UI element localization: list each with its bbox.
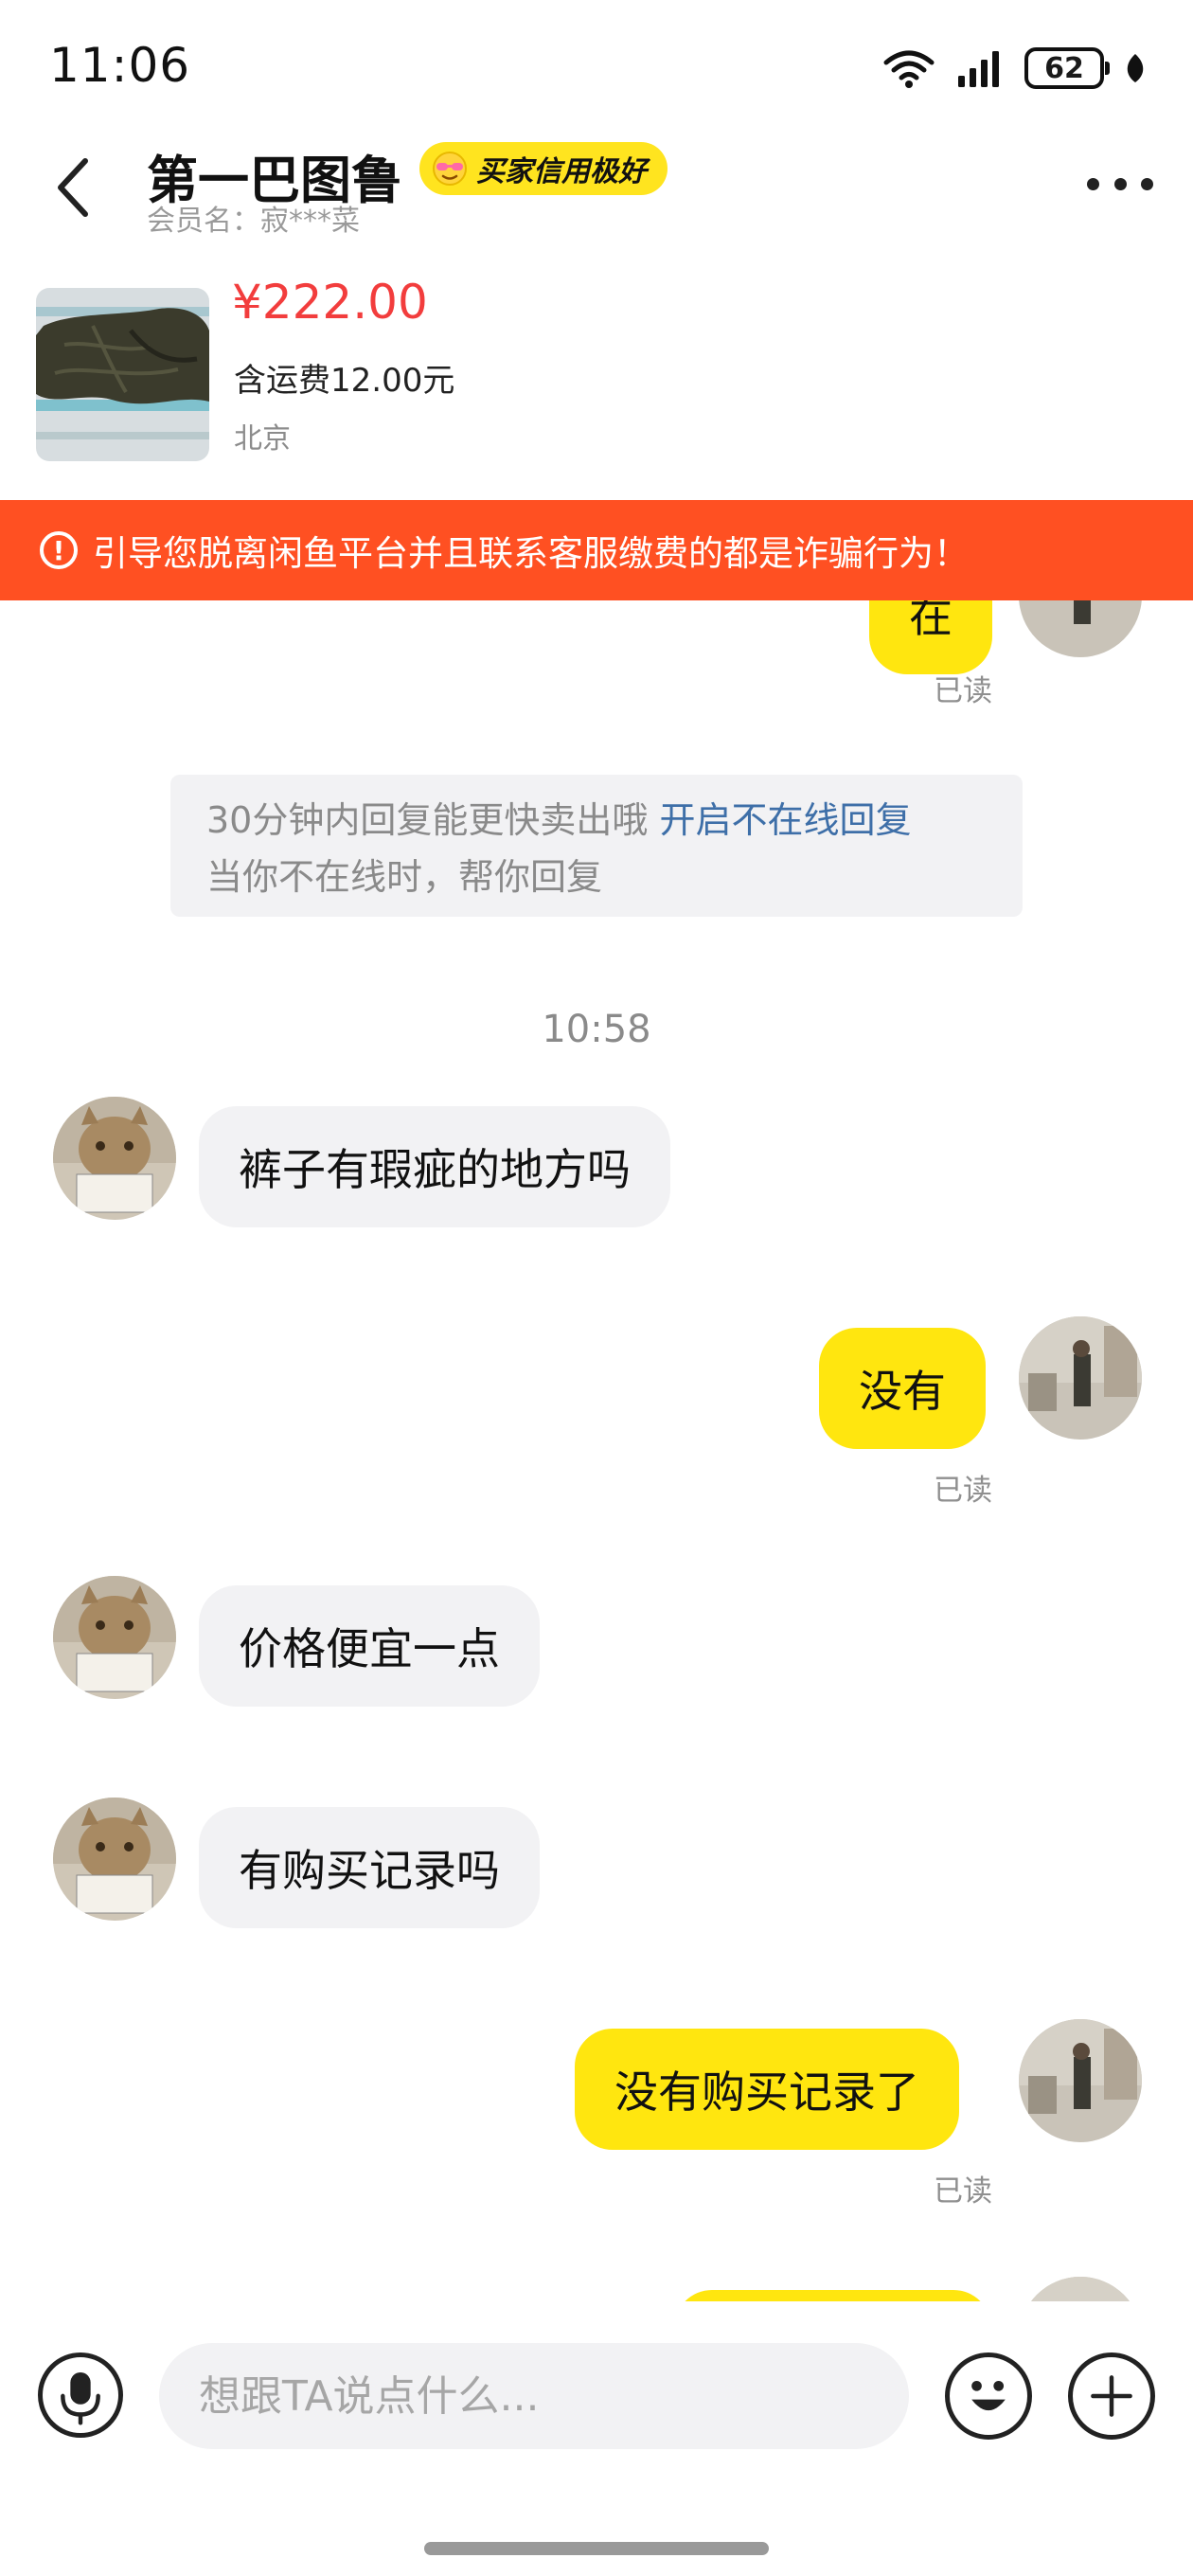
my-avatar[interactable]: [1019, 2019, 1142, 2142]
enable-auto-reply-link[interactable]: 开启不在线回复: [659, 799, 911, 841]
wifi-icon: [883, 50, 935, 88]
message-bubble-outgoing: 没有购买记录了: [575, 2029, 959, 2150]
signal-icon: [958, 51, 999, 87]
message-text: 没有购买记录了: [614, 2066, 919, 2118]
message-timestamp: 10:58: [542, 1008, 651, 1051]
plus-icon[interactable]: [1068, 2352, 1155, 2440]
contact-avatar[interactable]: [53, 1798, 176, 1921]
member-label: 会员名：: [147, 205, 260, 238]
read-status: 已读: [934, 674, 992, 708]
contact-avatar[interactable]: [53, 1097, 176, 1220]
shipping-fee: 含运费12.00元: [234, 362, 455, 400]
chat-screen: 11:06 62 第一巴图鲁 买家信用极好 会员名：寂***菜 ¥222.00 …: [0, 0, 1193, 2576]
exclamation-icon: !: [40, 531, 78, 569]
more-options-icon[interactable]: [1087, 172, 1153, 195]
message-bubble-partial: 在: [869, 600, 992, 674]
product-price: ¥222.00: [232, 275, 428, 330]
contact-avatar[interactable]: [53, 1576, 176, 1699]
message-text: 价格便宜一点: [239, 1623, 500, 1674]
status-bar: 11:06 62: [0, 0, 1193, 133]
product-card[interactable]: ¥222.00 含运费12.00元 北京: [0, 275, 1193, 497]
back-arrow-icon[interactable]: [47, 150, 104, 225]
message-bubble-incoming: 价格便宜一点: [199, 1585, 540, 1707]
product-thumbnail[interactable]: [36, 288, 209, 461]
member-row: 会员名：寂***菜: [147, 197, 360, 239]
warning-text: 引导您脱离闲鱼平台并且联系客服缴费的都是诈骗行为！: [93, 533, 969, 574]
message-bubble-incoming: 有购买记录吗: [199, 1807, 540, 1928]
read-status: 已读: [934, 2174, 992, 2209]
battery-level: 62: [1044, 51, 1084, 85]
status-icons: 62: [882, 44, 1146, 93]
message-text: 没有: [859, 1366, 946, 1417]
notice-subtext: 当你不在线时，帮你回复: [206, 856, 603, 898]
message-text: 在: [909, 600, 953, 642]
status-time: 11:06: [49, 38, 191, 93]
message-text: 裤子有瑕疵的地方吗: [239, 1144, 631, 1195]
my-avatar[interactable]: [1019, 1316, 1142, 1440]
message-bubble-incoming: 裤子有瑕疵的地方吗: [199, 1106, 670, 1227]
input-bar: [0, 2301, 1193, 2491]
fraud-warning-banner: ! 引导您脱离闲鱼平台并且联系客服缴费的都是诈骗行为！: [0, 500, 1193, 600]
chat-header: 第一巴图鲁 买家信用极好 会员名：寂***菜: [0, 133, 1193, 265]
auto-reply-notice: 30分钟内回复能更快卖出哦 开启不在线回复 当你不在线时，帮你回复: [170, 775, 1023, 917]
battery-icon: 62: [1024, 47, 1110, 89]
microphone-icon[interactable]: [38, 2352, 123, 2438]
message-text: 有购买记录吗: [239, 1845, 500, 1896]
home-indicator[interactable]: [424, 2542, 769, 2555]
leaf-icon: [1127, 54, 1144, 82]
credit-badge-label: 买家信用极好: [476, 155, 647, 188]
emoji-icon[interactable]: [945, 2352, 1032, 2440]
product-location: 北京: [234, 422, 291, 456]
message-list[interactable]: 在 已读 30分钟内回复能更快卖出哦 开启不在线回复 当你不在线时，帮你回复 1…: [0, 600, 1193, 2305]
read-status: 已读: [934, 1474, 992, 1508]
message-bubble-outgoing: 没有: [819, 1328, 986, 1449]
credit-badge: 买家信用极好: [419, 142, 668, 195]
my-avatar[interactable]: [1019, 600, 1142, 657]
member-name: 寂***菜: [260, 205, 360, 238]
notice-text: 30分钟内回复能更快卖出哦: [206, 799, 649, 841]
sunglasses-face-icon: [433, 152, 467, 186]
message-input[interactable]: [159, 2343, 909, 2449]
